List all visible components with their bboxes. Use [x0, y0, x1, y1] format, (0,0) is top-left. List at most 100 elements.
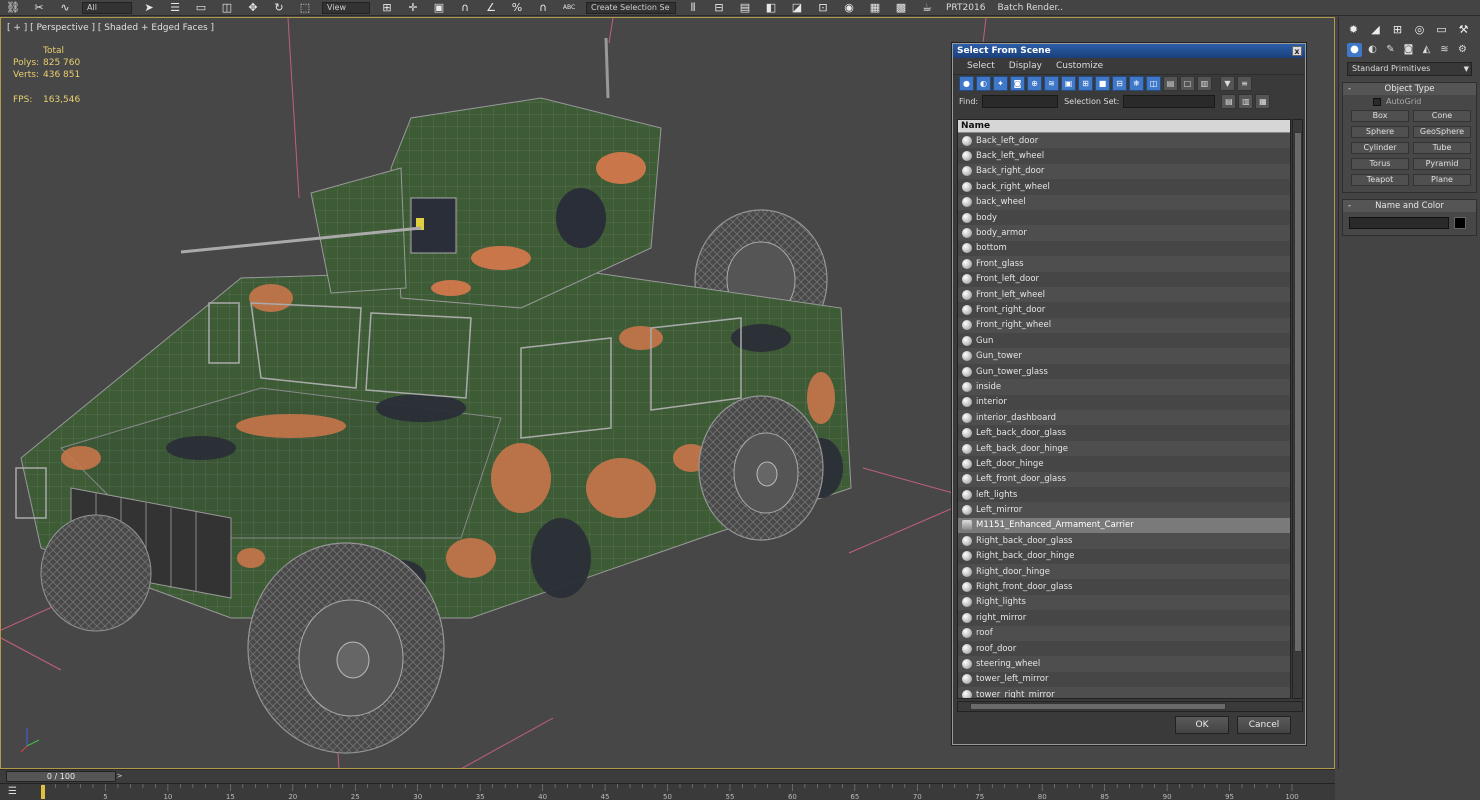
vertical-scroll-thumb[interactable]: [1294, 132, 1302, 652]
list-item[interactable]: Back_left_wheel: [958, 148, 1290, 164]
list-item[interactable]: Right_back_door_glass: [958, 533, 1290, 549]
mirror-icon[interactable]: ⫴: [683, 1, 703, 15]
autogrid-checkbox[interactable]: [1373, 97, 1381, 106]
list-item[interactable]: steering_wheel: [958, 656, 1290, 672]
schematic-view-icon[interactable]: ⊡: [813, 1, 833, 15]
list-item[interactable]: tower_left_mirror: [958, 671, 1290, 688]
list-item[interactable]: Right_lights: [958, 594, 1290, 611]
display-tab-icon[interactable]: ▭: [1433, 21, 1450, 38]
pivot-icon[interactable]: ⊞: [377, 1, 397, 15]
list-item[interactable]: left_lights: [958, 486, 1290, 503]
display-helpers-icon[interactable]: ⊕: [1027, 76, 1042, 91]
list-item[interactable]: Back_right_door: [958, 163, 1290, 180]
display-lights-icon[interactable]: ✦: [993, 76, 1008, 91]
list-item[interactable]: Front_right_door: [958, 302, 1290, 318]
cone-button[interactable]: Cone: [1413, 110, 1471, 122]
display-cameras-icon[interactable]: ◙: [1010, 76, 1025, 91]
next-frame-icon[interactable]: >: [115, 771, 124, 782]
named-selection-sets-dropdown[interactable]: Create Selection Se: [586, 1, 676, 14]
utilities-tab-icon[interactable]: ⚒: [1455, 21, 1472, 38]
pyramid-button[interactable]: Pyramid: [1413, 158, 1471, 170]
filter-icon[interactable]: ▼: [1220, 76, 1235, 91]
list-item[interactable]: inside: [958, 379, 1290, 395]
hierarchy-tab-icon[interactable]: ⊞: [1389, 21, 1406, 38]
list-item[interactable]: Gun_tower_glass: [958, 363, 1290, 380]
menu-customize[interactable]: Customize: [1056, 61, 1103, 71]
list-item[interactable]: Front_left_wheel: [958, 286, 1290, 303]
list-item[interactable]: Front_glass: [958, 256, 1290, 272]
create-tab-icon[interactable]: ✹: [1345, 21, 1362, 38]
prt-label[interactable]: PRT2016: [946, 3, 985, 13]
filter-options-icon[interactable]: ≡: [1237, 76, 1252, 91]
ok-button[interactable]: OK: [1175, 716, 1229, 734]
display-groups-icon[interactable]: ▣: [1061, 76, 1076, 91]
list-item[interactable]: back_wheel: [958, 194, 1290, 210]
display-frozen-icon[interactable]: ❄: [1129, 76, 1144, 91]
find-input[interactable]: [982, 94, 1059, 108]
link-icon[interactable]: ⛓: [3, 1, 23, 15]
primitive-category-dropdown[interactable]: Standard Primitives: [1347, 62, 1472, 76]
object-name-field[interactable]: [1349, 217, 1449, 229]
display-shapes-icon[interactable]: ◐: [976, 76, 991, 91]
edit-named-sets-icon[interactable]: ABC: [559, 1, 579, 15]
list-item[interactable]: Left_back_door_glass: [958, 425, 1290, 441]
list-item[interactable]: body_armor: [958, 225, 1290, 241]
list-item[interactable]: Right_back_door_hinge: [958, 548, 1290, 564]
viewport-label[interactable]: [ + ] [ Perspective ] [ Shaded + Edged F…: [7, 23, 214, 33]
vertical-scrollbar[interactable]: [1292, 119, 1303, 699]
horizontal-scroll-thumb[interactable]: [970, 703, 1226, 710]
angle-snap-icon[interactable]: ∠: [481, 1, 501, 15]
list-item[interactable]: Left_mirror: [958, 502, 1290, 518]
helpers-icon[interactable]: ◭: [1419, 43, 1434, 57]
select-object-icon[interactable]: ➤: [139, 1, 159, 15]
box-button[interactable]: Box: [1351, 110, 1409, 122]
teapot-button[interactable]: Teapot: [1351, 174, 1409, 186]
display-invert-icon[interactable]: ▥: [1197, 76, 1212, 91]
sphere-button[interactable]: Sphere: [1351, 126, 1409, 138]
list-item[interactable]: Front_right_wheel: [958, 317, 1290, 334]
render-setup-icon[interactable]: ▦: [865, 1, 885, 15]
dialog-title-bar[interactable]: Select From Scene x: [953, 44, 1305, 58]
geometry-icon[interactable]: ●: [1347, 43, 1362, 57]
time-slider[interactable]: 0 / 100 >: [6, 771, 122, 782]
list-item[interactable]: Right_door_hinge: [958, 563, 1290, 580]
spacewarps-icon[interactable]: ≋: [1437, 43, 1452, 57]
select-all-icon[interactable]: ▤: [1221, 93, 1237, 109]
display-none-icon[interactable]: □: [1180, 76, 1195, 91]
select-children-icon[interactable]: ▦: [1255, 93, 1271, 109]
list-item[interactable]: Left_front_door_glass: [958, 471, 1290, 487]
percent-snap-icon[interactable]: %: [507, 1, 527, 15]
lights-icon[interactable]: ✎: [1383, 43, 1398, 57]
move-icon[interactable]: ✥: [243, 1, 263, 15]
cancel-button[interactable]: Cancel: [1237, 716, 1291, 734]
torus-button[interactable]: Torus: [1351, 158, 1409, 170]
plane-button[interactable]: Plane: [1413, 174, 1471, 186]
list-item[interactable]: Left_back_door_hinge: [958, 440, 1290, 457]
scene-object-list[interactable]: Name Back_left_door Back_left_wheel Back_r…: [957, 119, 1291, 699]
close-icon[interactable]: x: [1292, 46, 1302, 56]
display-containers-icon[interactable]: ⊟: [1112, 76, 1127, 91]
display-geometry-icon[interactable]: ●: [959, 76, 974, 91]
list-item[interactable]: Gun_tower: [958, 348, 1290, 364]
list-item[interactable]: interior_dashboard: [958, 410, 1290, 426]
list-item[interactable]: bottom: [958, 240, 1290, 257]
cameras-icon[interactable]: ◙: [1401, 43, 1416, 57]
selection-set-dropdown[interactable]: [1123, 94, 1216, 108]
track-bar[interactable]: ☰ 05101520253035404550556065707580859095…: [0, 783, 1335, 800]
snap-icon[interactable]: ∩: [455, 1, 475, 15]
list-item[interactable]: roof_door: [958, 640, 1290, 657]
bind-space-warp-icon[interactable]: ∿: [55, 1, 75, 15]
select-dependents-icon[interactable]: ▥: [1238, 93, 1254, 109]
selection-filter-dropdown[interactable]: All: [82, 1, 132, 14]
current-frame-marker[interactable]: [41, 785, 45, 799]
display-all-icon[interactable]: ▤: [1163, 76, 1178, 91]
geosphere-button[interactable]: GeoSphere: [1413, 126, 1471, 138]
manipulate-icon[interactable]: ✛: [403, 1, 423, 15]
modify-tab-icon[interactable]: ◢: [1367, 21, 1384, 38]
list-item[interactable]: M1151_Enhanced_Armament_Carrier: [958, 517, 1290, 534]
list-item[interactable]: roof: [958, 625, 1290, 641]
layer-manager-icon[interactable]: ▤: [735, 1, 755, 15]
object-color-swatch[interactable]: [1454, 217, 1466, 229]
display-spacewarps-icon[interactable]: ≋: [1044, 76, 1059, 91]
name-and-color-header[interactable]: Name and Color: [1343, 200, 1476, 212]
